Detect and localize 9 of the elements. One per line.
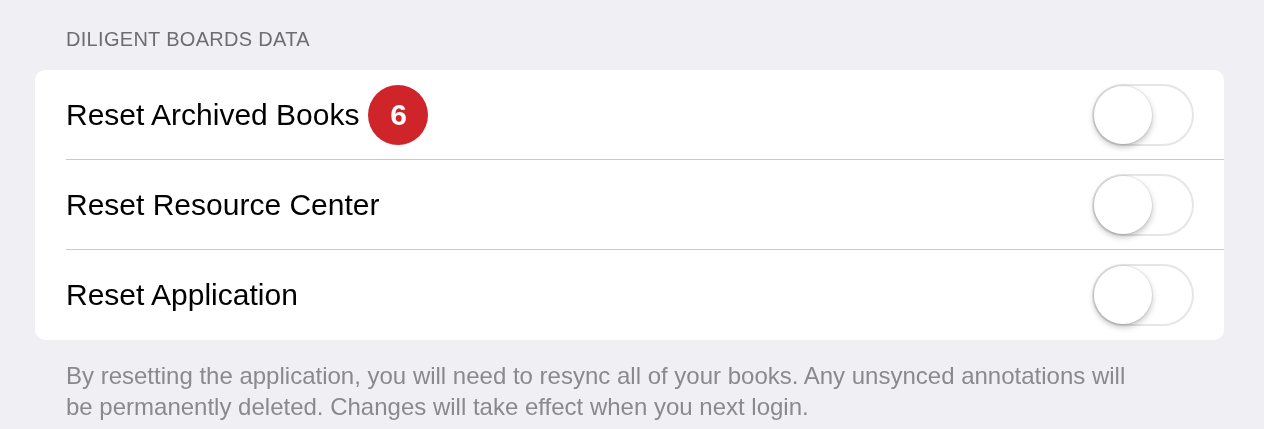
count-badge: 6 [368, 84, 429, 145]
footer-note: By resetting the application, you will need to resync all of your books. Any unsynced annotations will be permanently deleted. Changes will take effect when you next login. [66, 361, 1126, 422]
toggle-switch[interactable] [1092, 83, 1194, 146]
row-label: Reset Resource Center [66, 187, 380, 222]
toggle-switch[interactable] [1092, 264, 1194, 326]
toggle-switch[interactable] [1092, 173, 1194, 236]
row-label: Reset Archived Books [66, 97, 360, 132]
section-header: DILIGENT BOARDS DATA [66, 28, 311, 52]
row-label: Reset Application [66, 278, 298, 312]
